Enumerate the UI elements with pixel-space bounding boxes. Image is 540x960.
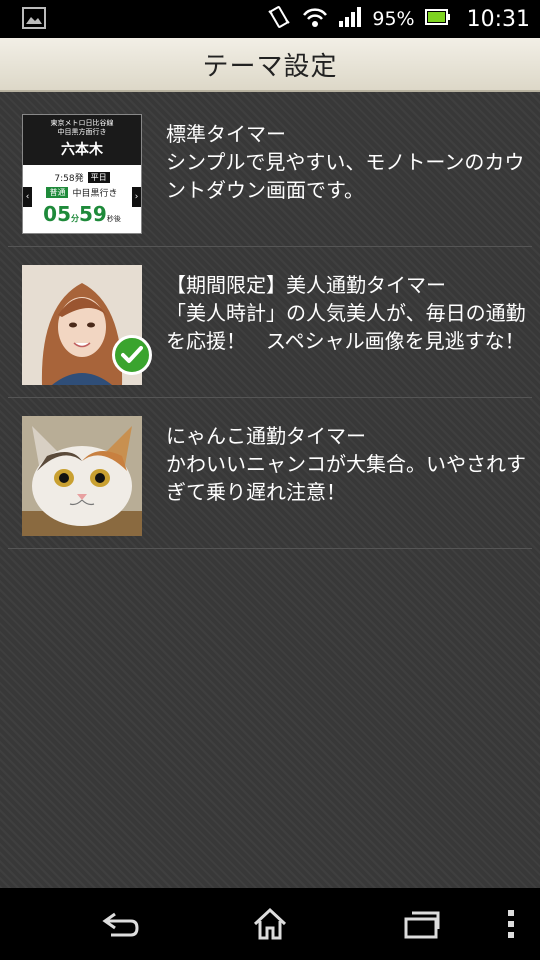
- day-badge: 平日: [87, 172, 110, 183]
- battery-icon: [424, 8, 451, 30]
- page-title: テーマ設定: [202, 51, 338, 82]
- theme-description: 「美人時計」の人気美人が、毎日の通勤を応援！ スペシャル画像を見逃すな！: [166, 301, 526, 353]
- wifi-icon: [302, 5, 328, 33]
- theme-list: 東京メトロ日比谷線 中目黒方面行き 六本木 ‹ › 7:58発 平日 普通 中目…: [0, 92, 540, 888]
- theme-title: にゃんこ通勤タイマー: [166, 424, 366, 448]
- battery-percent: 95%: [372, 8, 415, 30]
- destination: 中目黒行き: [72, 189, 118, 199]
- list-item-bijin-timer[interactable]: 【期間限定】美人通勤タイマー 「美人時計」の人気美人が、毎日の通勤を応援！ スペ…: [8, 247, 532, 398]
- vibrate-icon: [266, 5, 292, 33]
- list-item-nyanko-timer[interactable]: にゃんこ通勤タイマー かわいいニャンコが大集合。いやされすぎて乗り遅れ注意！: [8, 398, 532, 549]
- clock: 10:31: [466, 6, 530, 32]
- chevron-left-icon: ‹: [23, 187, 32, 207]
- status-bar: 95% 10:31: [0, 0, 540, 38]
- theme-title: 標準タイマー: [166, 122, 286, 146]
- countdown-minutes: 05: [43, 202, 71, 226]
- minutes-unit: 分: [71, 214, 79, 223]
- countdown-seconds: 59: [79, 202, 107, 226]
- timer-preview-thumbnail: 東京メトロ日比谷線 中目黒方面行き 六本木 ‹ › 7:58発 平日 普通 中目…: [22, 114, 142, 234]
- countdown: 05分59秒後: [23, 202, 141, 226]
- seconds-unit: 秒後: [106, 215, 121, 223]
- depart-time: 7:58発: [54, 174, 84, 184]
- theme-description: シンプルで見やすい、モノトーンのカウントダウン画面です。: [166, 150, 525, 202]
- selected-check-icon: [112, 335, 152, 375]
- cat-photo-thumbnail: [22, 416, 142, 536]
- image-notification-icon: [22, 7, 46, 29]
- station-name: 六本木: [61, 142, 103, 158]
- train-type-badge: 普通: [46, 187, 69, 198]
- line-name: 東京メトロ日比谷線: [50, 119, 114, 127]
- navigation-bar: [0, 888, 540, 960]
- theme-title: 【期間限定】美人通勤タイマー: [166, 273, 446, 297]
- recent-apps-icon[interactable]: [396, 906, 446, 942]
- home-icon[interactable]: [245, 906, 295, 942]
- menu-icon[interactable]: [496, 906, 526, 942]
- theme-description: かわいいニャンコが大集合。いやされすぎて乗り遅れ注意！: [166, 452, 526, 504]
- chevron-right-icon: ›: [132, 187, 141, 207]
- back-icon[interactable]: [96, 906, 146, 942]
- action-bar: テーマ設定: [0, 38, 540, 92]
- list-item-standard-timer[interactable]: 東京メトロ日比谷線 中目黒方面行き 六本木 ‹ › 7:58発 平日 普通 中目…: [8, 96, 532, 247]
- signal-icon: [338, 5, 362, 33]
- direction-label: 中目黒方面行き: [57, 128, 107, 136]
